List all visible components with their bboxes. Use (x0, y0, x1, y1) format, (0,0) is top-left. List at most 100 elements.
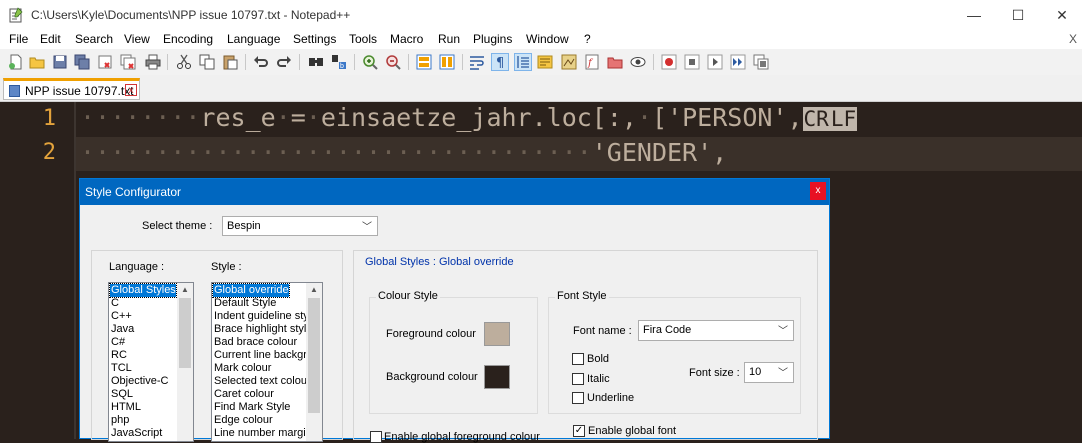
open-file-icon[interactable] (29, 54, 45, 70)
style-item[interactable]: Edge colour (213, 414, 273, 427)
enable-global-foreground-checkbox[interactable] (370, 431, 382, 443)
italic-checkbox[interactable] (572, 373, 584, 385)
scroll-up-arrow-icon[interactable]: ▲ (306, 283, 322, 297)
language-item[interactable]: HTML (110, 401, 141, 414)
record-macro-icon[interactable] (661, 54, 677, 70)
scrollbar-thumb[interactable] (308, 298, 320, 413)
close-document-button[interactable]: X (1069, 32, 1077, 46)
language-list[interactable]: Global Styles C C++ Java C# RC TCL Objec… (108, 282, 194, 442)
tab-close-button[interactable]: x (125, 84, 137, 96)
cut-icon[interactable] (176, 54, 192, 70)
close-window-button[interactable]: ✕ (1039, 0, 1082, 30)
play-macro-icon[interactable] (707, 54, 723, 70)
user-defined-language-icon[interactable] (537, 54, 553, 70)
undo-icon[interactable] (253, 54, 269, 70)
function-list-icon[interactable]: f (584, 54, 600, 70)
close-icon[interactable] (97, 54, 113, 70)
zoom-in-icon[interactable] (362, 54, 378, 70)
style-item[interactable]: Default Style (213, 297, 276, 310)
menu-view[interactable]: View (124, 32, 150, 46)
menu-language[interactable]: Language (227, 32, 280, 46)
minimize-button[interactable]: — (951, 0, 997, 30)
language-item[interactable]: Java (110, 323, 134, 336)
language-item[interactable]: C# (110, 336, 125, 349)
style-item[interactable]: Indent guideline sty (213, 310, 309, 323)
new-file-icon[interactable] (8, 54, 24, 70)
language-item[interactable]: JavaScript (110, 427, 162, 440)
menu-window[interactable]: Window (526, 32, 569, 46)
dialog-close-button[interactable]: x (810, 182, 826, 200)
style-item[interactable]: Global override (212, 283, 290, 298)
maximize-button[interactable]: ☐ (995, 0, 1041, 30)
redo-icon[interactable] (276, 54, 292, 70)
scroll-up-arrow-icon[interactable]: ▲ (177, 283, 193, 297)
stop-record-icon[interactable] (684, 54, 700, 70)
background-colour-swatch[interactable] (484, 365, 510, 389)
menu-tools[interactable]: Tools (349, 32, 377, 46)
menu-edit[interactable]: Edit (40, 32, 61, 46)
run-macro-multiple-icon[interactable] (730, 54, 746, 70)
current-code-line[interactable]: ··································'GENDE… (76, 137, 1082, 171)
zoom-out-icon[interactable] (385, 54, 401, 70)
language-item[interactable]: RC (110, 349, 127, 362)
menu-file[interactable]: File (9, 32, 28, 46)
menu-plugins[interactable]: Plugins (473, 32, 512, 46)
style-item[interactable]: Selected text colour (213, 375, 311, 388)
font-size-label: Font size : (689, 367, 740, 379)
language-item[interactable]: C (110, 297, 119, 310)
menu-search[interactable]: Search (75, 32, 113, 46)
menu-help[interactable]: ? (584, 32, 591, 46)
menu-encoding[interactable]: Encoding (163, 32, 213, 46)
menu-macro[interactable]: Macro (390, 32, 423, 46)
language-item[interactable]: SQL (110, 388, 133, 401)
sync-vertical-icon[interactable] (416, 54, 432, 70)
save-icon[interactable] (52, 54, 68, 70)
language-item[interactable]: Global Styles (109, 283, 177, 298)
sync-horizontal-icon[interactable] (439, 54, 455, 70)
code-line[interactable]: ········res_e·=·einsaetze_jahr.loc[:,·['… (76, 102, 1082, 136)
style-item[interactable]: Caret colour (213, 388, 274, 401)
font-size-select[interactable]: 10 ﹀ (744, 362, 794, 383)
indent-guide-icon[interactable] (514, 53, 532, 71)
menu-settings[interactable]: Settings (293, 32, 336, 46)
replace-icon[interactable]: b (331, 54, 347, 70)
language-item[interactable]: C++ (110, 310, 132, 323)
tab-document[interactable]: NPP issue 10797.txt x (3, 78, 140, 100)
style-item[interactable]: Find Mark Style (213, 401, 290, 414)
style-item[interactable]: Bad brace colour (213, 336, 297, 349)
scrollbar-thumb[interactable] (179, 298, 191, 368)
style-list[interactable]: Global override Default Style Indent gui… (211, 282, 323, 442)
close-all-icon[interactable] (120, 54, 136, 70)
underline-checkbox[interactable] (572, 392, 584, 404)
language-list-scrollbar[interactable]: ▲ (177, 283, 193, 441)
style-item[interactable]: Line number margin (213, 427, 312, 440)
style-list-scrollbar[interactable]: ▲ (306, 283, 322, 441)
dialog-title-bar[interactable]: Style Configurator x (80, 179, 829, 205)
copy-icon[interactable] (199, 54, 215, 70)
save-all-icon[interactable] (74, 54, 90, 70)
menu-run[interactable]: Run (438, 32, 460, 46)
code-token: einsaetze_jahr.loc[:, (320, 103, 637, 132)
language-item[interactable]: php (110, 414, 129, 427)
style-item[interactable]: Brace highlight style (213, 323, 312, 336)
document-map-icon[interactable] (561, 54, 577, 70)
monitoring-icon[interactable] (630, 54, 646, 70)
foreground-colour-label: Foreground colour (386, 328, 476, 340)
language-item[interactable]: Objective-C (110, 375, 168, 388)
enable-global-font-checkbox[interactable]: ✓ (573, 425, 585, 437)
save-macro-icon[interactable] (753, 54, 769, 70)
word-wrap-icon[interactable] (469, 54, 485, 70)
theme-select[interactable]: Bespin ﹀ (222, 216, 378, 236)
folder-as-workspace-icon[interactable] (607, 54, 623, 70)
show-all-characters-icon[interactable]: ¶ (491, 53, 509, 71)
paste-icon[interactable] (222, 54, 238, 70)
language-item[interactable]: TCL (110, 362, 132, 375)
foreground-colour-swatch[interactable] (484, 322, 510, 346)
style-item[interactable]: Current line backgr (213, 349, 307, 362)
font-name-select[interactable]: Fira Code ﹀ (638, 320, 794, 341)
code-token: = (290, 103, 306, 132)
style-item[interactable]: Mark colour (213, 362, 271, 375)
print-icon[interactable] (145, 54, 161, 70)
bold-checkbox[interactable] (572, 353, 584, 365)
find-icon[interactable] (308, 54, 324, 70)
